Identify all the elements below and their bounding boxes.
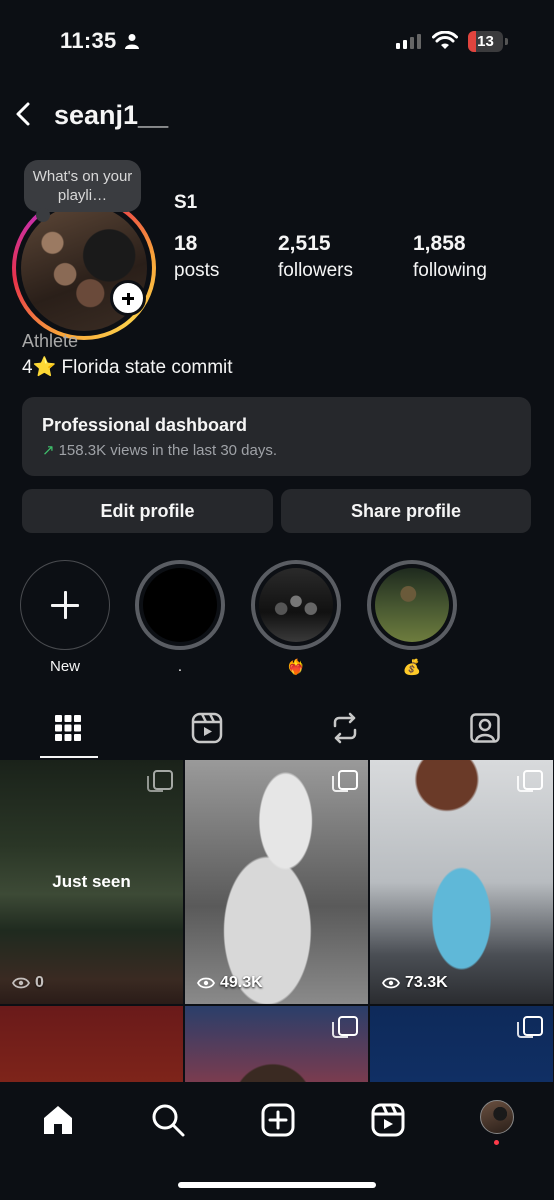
back-arrow-icon[interactable] bbox=[10, 100, 38, 128]
eye-icon bbox=[12, 977, 30, 989]
view-count-text: 0 bbox=[35, 974, 44, 991]
battery-level: 13 bbox=[477, 33, 494, 50]
professional-dashboard-card[interactable]: Professional dashboard ↗ 158.3K views in … bbox=[22, 397, 531, 476]
home-indicator bbox=[178, 1182, 376, 1188]
dashboard-title: Professional dashboard bbox=[42, 415, 248, 435]
reels-icon bbox=[191, 712, 223, 744]
followers-label: followers bbox=[278, 260, 353, 281]
eye-icon bbox=[382, 977, 400, 989]
highlight-cover bbox=[143, 568, 217, 642]
home-icon bbox=[44, 1106, 72, 1134]
following-label: following bbox=[413, 260, 487, 281]
highlight-cover bbox=[259, 568, 333, 642]
carousel-icon bbox=[332, 770, 358, 792]
tab-reels[interactable] bbox=[177, 704, 237, 758]
highlight-label: New bbox=[49, 658, 80, 675]
content-tabs bbox=[0, 704, 554, 760]
highlight-cover bbox=[375, 568, 449, 642]
view-count: 0 bbox=[12, 974, 44, 992]
share-profile-button[interactable]: Share profile bbox=[281, 489, 531, 533]
profile-category: Athlete bbox=[22, 331, 79, 351]
cellular-signal-icon bbox=[396, 33, 421, 49]
create-icon bbox=[261, 1103, 295, 1137]
tab-grid[interactable] bbox=[39, 704, 99, 758]
highlight-label: ❤️‍🔥 bbox=[286, 659, 306, 676]
active-tab-indicator bbox=[40, 756, 98, 758]
highlight-item[interactable]: 💰 bbox=[367, 560, 457, 676]
posts-label: posts bbox=[174, 260, 220, 281]
wifi-icon bbox=[432, 31, 458, 49]
nav-search[interactable] bbox=[148, 1100, 188, 1140]
reposts-icon bbox=[333, 712, 357, 744]
note-bubble[interactable]: What's on your playli… bbox=[24, 160, 141, 222]
nav-profile-avatar[interactable] bbox=[480, 1100, 514, 1134]
add-story-button[interactable] bbox=[110, 280, 146, 316]
followers-stat[interactable]: 2,515 followers bbox=[278, 232, 353, 282]
view-count: 49.3K bbox=[197, 974, 263, 992]
view-count-text: 49.3K bbox=[220, 974, 263, 991]
carousel-icon bbox=[147, 770, 173, 792]
tab-reposts[interactable] bbox=[315, 704, 375, 758]
view-count: 73.3K bbox=[382, 974, 448, 992]
post-thumbnail[interactable] bbox=[0, 1006, 183, 1090]
eye-icon bbox=[197, 977, 215, 989]
carousel-icon bbox=[517, 770, 543, 792]
posts-stat[interactable]: 18 posts bbox=[174, 232, 219, 282]
profile-username: seanj1__ bbox=[54, 100, 169, 130]
dashboard-views-text: 158.3K views in the last 30 days. bbox=[58, 442, 278, 459]
notification-dot bbox=[494, 1140, 499, 1145]
posts-grid: Just seen 0 49.3K 73.3K bbox=[0, 760, 554, 1090]
dashboard-subtitle: ↗ 158.3K views in the last 30 days. bbox=[42, 441, 277, 459]
status-time: 11:35 bbox=[60, 28, 117, 53]
profile-header: seanj1__ bbox=[0, 92, 554, 138]
post-thumbnail[interactable]: Just seen 0 bbox=[0, 760, 183, 1004]
nav-create[interactable] bbox=[258, 1100, 298, 1140]
post-thumbnail[interactable]: 73.3K bbox=[370, 760, 553, 1004]
nav-reels[interactable] bbox=[368, 1100, 408, 1140]
followers-count: 2,515 bbox=[278, 232, 331, 255]
nav-home[interactable] bbox=[38, 1100, 78, 1140]
profile-bio: 4⭐ Florida state commit bbox=[22, 357, 233, 378]
search-icon bbox=[152, 1104, 185, 1137]
highlight-label: 💰 bbox=[402, 659, 422, 676]
posts-count: 18 bbox=[174, 232, 198, 255]
view-count-text: 73.3K bbox=[405, 974, 448, 991]
highlight-item[interactable]: . bbox=[135, 560, 225, 675]
post-thumbnail[interactable] bbox=[370, 1006, 553, 1090]
post-thumbnail[interactable] bbox=[185, 1006, 368, 1090]
highlight-item[interactable]: ❤️‍🔥 bbox=[251, 560, 341, 676]
grid-icon bbox=[55, 715, 81, 741]
carousel-icon bbox=[332, 1016, 358, 1038]
bottom-navigation bbox=[0, 1082, 554, 1200]
tagged-icon bbox=[470, 713, 500, 743]
following-stat[interactable]: 1,858 following bbox=[413, 232, 487, 282]
highlight-label: . bbox=[177, 658, 183, 675]
edit-profile-button[interactable]: Edit profile bbox=[22, 489, 273, 533]
reels-icon bbox=[371, 1103, 405, 1137]
following-count: 1,858 bbox=[413, 232, 466, 255]
trend-up-icon: ↗ bbox=[42, 442, 55, 459]
post-thumbnail[interactable]: 49.3K bbox=[185, 760, 368, 1004]
carousel-icon bbox=[517, 1016, 543, 1038]
highlight-new[interactable]: New bbox=[20, 560, 110, 675]
just-seen-label: Just seen bbox=[52, 872, 131, 891]
status-bar: 11:35 13 bbox=[0, 0, 554, 80]
person-icon bbox=[125, 34, 139, 49]
display-name: S1 bbox=[174, 192, 198, 213]
profile-avatar[interactable] bbox=[12, 196, 156, 340]
tab-tagged[interactable] bbox=[455, 704, 515, 758]
plus-icon bbox=[20, 560, 110, 650]
battery-icon: 13 bbox=[468, 31, 508, 52]
